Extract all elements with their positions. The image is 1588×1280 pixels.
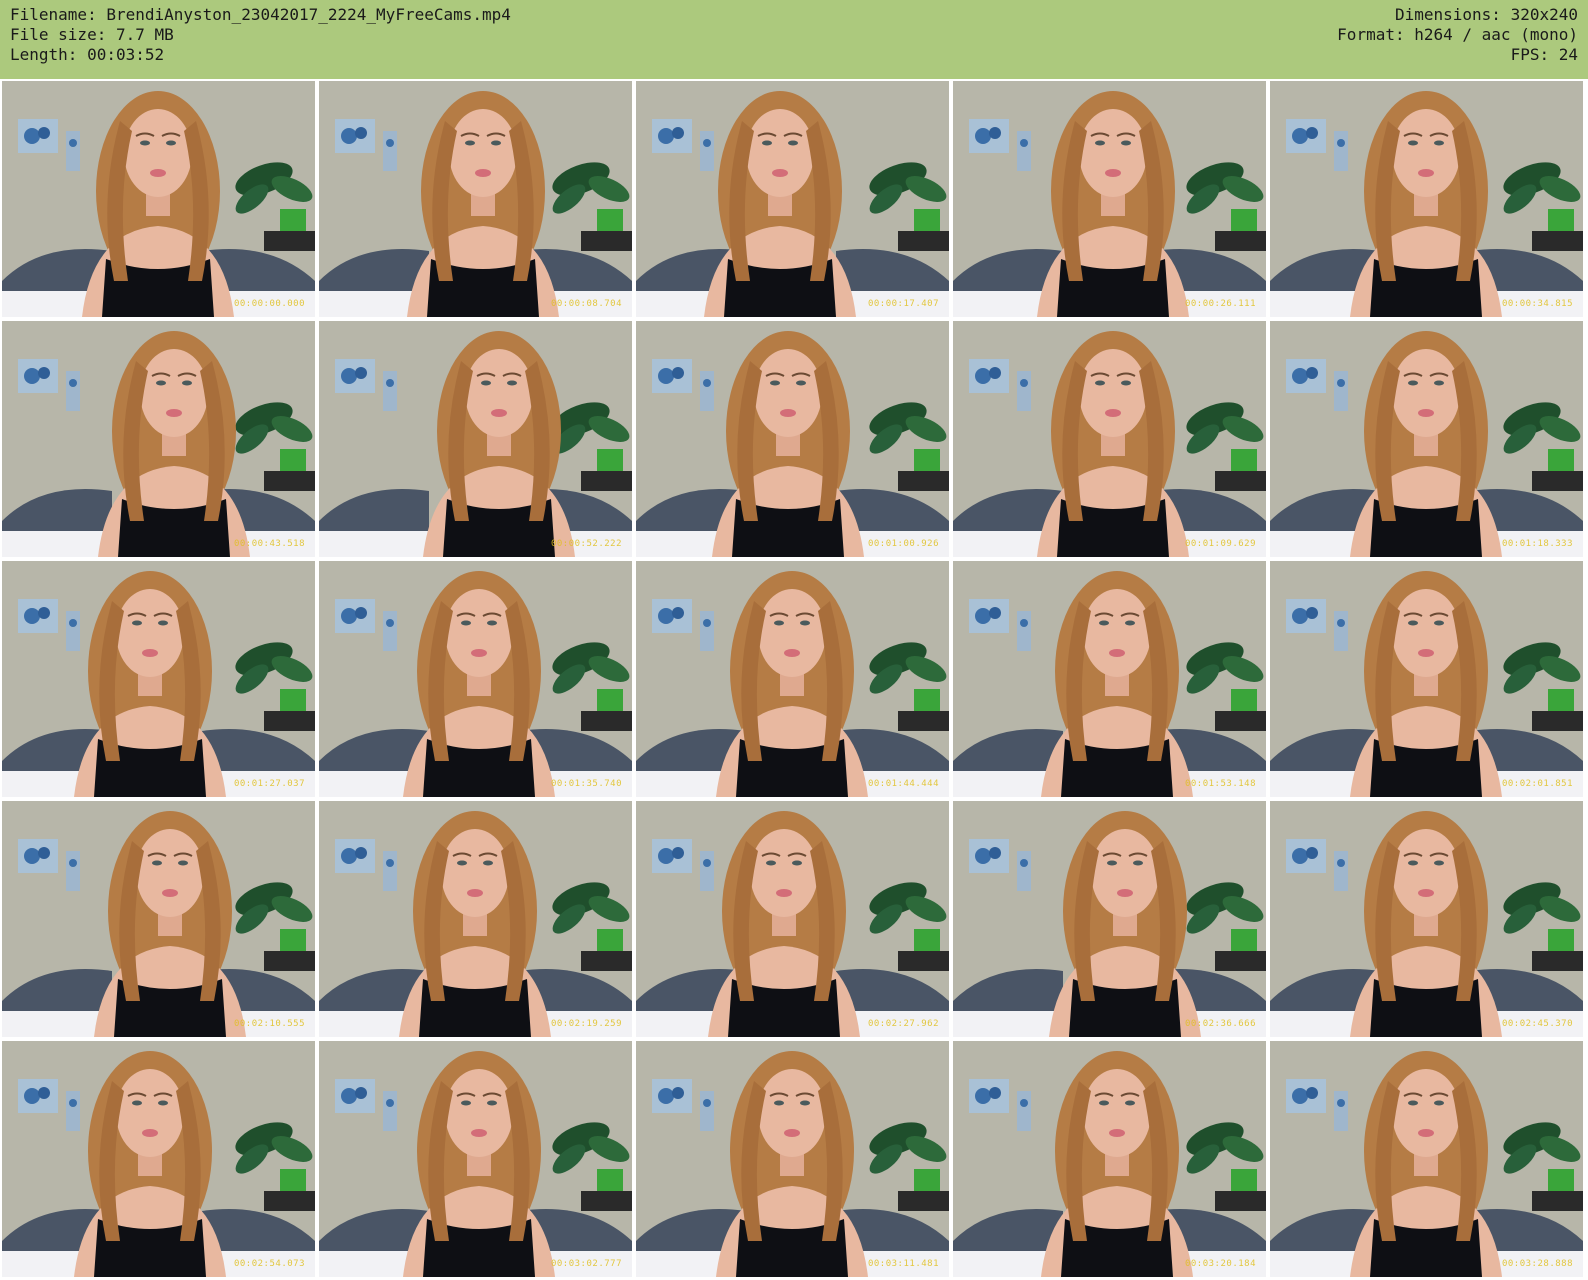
video-frame-thumbnail: 00:01:35.740 — [319, 561, 632, 797]
frame-timestamp: 00:01:35.740 — [550, 779, 622, 789]
frame-timestamp: 00:00:52.222 — [550, 539, 622, 549]
frame-image — [636, 801, 949, 1037]
dimensions-text: Dimensions: 320x240 — [1394, 5, 1578, 24]
video-frame-thumbnail: 00:01:00.926 — [636, 321, 949, 557]
video-frame-thumbnail: 00:02:45.370 — [1270, 801, 1583, 1037]
frame-image — [953, 801, 1266, 1037]
frame-timestamp: 00:00:43.518 — [233, 539, 305, 549]
frame-timestamp: 00:00:26.111 — [1184, 299, 1256, 309]
frame-image — [1270, 561, 1583, 797]
video-frame-thumbnail: 00:00:26.111 — [953, 81, 1266, 317]
video-frame-thumbnail: 00:01:18.333 — [1270, 321, 1583, 557]
frame-image — [319, 321, 632, 557]
video-frame-thumbnail: 00:02:10.555 — [2, 801, 315, 1037]
frame-timestamp: 00:01:27.037 — [233, 779, 305, 789]
frame-timestamp: 00:02:27.962 — [867, 1019, 939, 1029]
frame-timestamp: 00:00:08.704 — [550, 299, 622, 309]
frame-image — [953, 81, 1266, 317]
frame-image — [1270, 1041, 1583, 1277]
frame-image — [636, 321, 949, 557]
filename-text: Filename: BrendiAnyston_23042017_2224_My… — [10, 5, 511, 24]
video-frame-thumbnail: 00:02:19.259 — [319, 801, 632, 1037]
frame-image — [319, 1041, 632, 1277]
frame-image — [2, 561, 315, 797]
frame-timestamp: 00:02:01.851 — [1501, 779, 1573, 789]
frame-timestamp: 00:00:34.815 — [1501, 299, 1573, 309]
video-frame-thumbnail: 00:00:34.815 — [1270, 81, 1583, 317]
video-frame-thumbnail: 00:00:43.518 — [2, 321, 315, 557]
file-info-left: Filename: BrendiAnyston_23042017_2224_My… — [10, 5, 511, 65]
frame-image — [636, 561, 949, 797]
video-frame-thumbnail: 00:01:53.148 — [953, 561, 1266, 797]
video-frame-thumbnail: 00:02:27.962 — [636, 801, 949, 1037]
frame-image — [953, 1041, 1266, 1277]
frame-image — [1270, 321, 1583, 557]
frame-timestamp: 00:00:17.407 — [867, 299, 939, 309]
frame-image — [1270, 801, 1583, 1037]
frame-timestamp: 00:02:45.370 — [1501, 1019, 1573, 1029]
frame-image — [2, 321, 315, 557]
frame-timestamp: 00:01:09.629 — [1184, 539, 1256, 549]
video-frame-thumbnail: 00:03:20.184 — [953, 1041, 1266, 1277]
length-text: Length: 00:03:52 — [10, 45, 165, 64]
frame-timestamp: 00:01:44.444 — [867, 779, 939, 789]
frame-timestamp: 00:03:02.777 — [550, 1259, 622, 1269]
frame-image — [636, 81, 949, 317]
video-frame-thumbnail: 00:01:44.444 — [636, 561, 949, 797]
frame-image — [319, 81, 632, 317]
frame-image — [953, 561, 1266, 797]
frame-image — [2, 81, 315, 317]
frame-timestamp: 00:03:28.888 — [1501, 1259, 1573, 1269]
frame-image — [2, 801, 315, 1037]
frame-image — [319, 561, 632, 797]
frame-timestamp: 00:01:53.148 — [1184, 779, 1256, 789]
video-frame-thumbnail: 00:03:02.777 — [319, 1041, 632, 1277]
frame-timestamp: 00:01:18.333 — [1501, 539, 1573, 549]
filesize-text: File size: 7.7 MB — [10, 25, 174, 44]
video-frame-thumbnail: 00:00:00.000 — [2, 81, 315, 317]
frame-image — [1270, 81, 1583, 317]
frame-image — [636, 1041, 949, 1277]
video-frame-thumbnail: 00:01:09.629 — [953, 321, 1266, 557]
thumbnail-grid: 00:00:00.000 00:00:08.704 00:00:17.407 00:0… — [0, 80, 1588, 1280]
video-frame-thumbnail: 00:00:08.704 — [319, 81, 632, 317]
frame-image — [953, 321, 1266, 557]
video-info-header: Filename: BrendiAnyston_23042017_2224_My… — [0, 0, 1588, 79]
file-info-right: Dimensions: 320x240 Format: h264 / aac (… — [1337, 5, 1578, 65]
frame-timestamp: 00:02:36.666 — [1184, 1019, 1256, 1029]
video-frame-thumbnail: 00:02:54.073 — [2, 1041, 315, 1277]
video-frame-thumbnail: 00:03:11.481 — [636, 1041, 949, 1277]
frame-timestamp: 00:02:19.259 — [550, 1019, 622, 1029]
frame-timestamp: 00:03:20.184 — [1184, 1259, 1256, 1269]
frame-timestamp: 00:02:54.073 — [233, 1259, 305, 1269]
frame-timestamp: 00:03:11.481 — [867, 1259, 939, 1269]
video-frame-thumbnail: 00:02:36.666 — [953, 801, 1266, 1037]
video-frame-thumbnail: 00:01:27.037 — [2, 561, 315, 797]
frame-image — [319, 801, 632, 1037]
frame-image — [2, 1041, 315, 1277]
video-frame-thumbnail: 00:00:52.222 — [319, 321, 632, 557]
video-frame-thumbnail: 00:00:17.407 — [636, 81, 949, 317]
frame-timestamp: 00:01:00.926 — [867, 539, 939, 549]
video-frame-thumbnail: 00:03:28.888 — [1270, 1041, 1583, 1277]
frame-timestamp: 00:00:00.000 — [233, 299, 305, 309]
format-text: Format: h264 / aac (mono) — [1337, 25, 1578, 44]
frame-timestamp: 00:02:10.555 — [233, 1019, 305, 1029]
video-frame-thumbnail: 00:02:01.851 — [1270, 561, 1583, 797]
fps-text: FPS: 24 — [1510, 45, 1578, 64]
